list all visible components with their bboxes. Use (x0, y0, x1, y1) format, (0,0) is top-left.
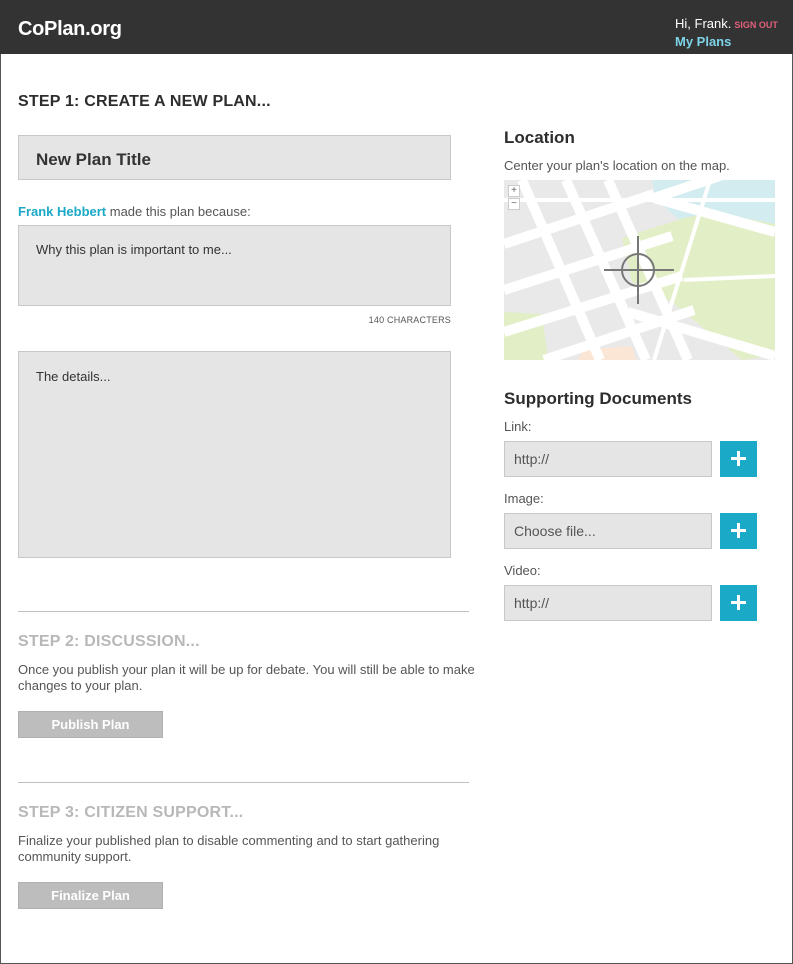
top-header: CoPlan.org Hi, Frank. SIGN OUT My Plans (0, 0, 793, 54)
step2-description: Once you publish your plan it will be up… (18, 662, 475, 693)
character-limit: 140 CHARACTERS (368, 315, 451, 325)
divider (18, 782, 469, 783)
location-title: Location (504, 128, 575, 147)
plus-icon (737, 523, 740, 538)
byline-text: made this plan because: (106, 204, 251, 219)
add-image-button[interactable] (720, 513, 757, 549)
zoom-in-icon[interactable]: + (508, 185, 520, 197)
link-input[interactable]: http:// (504, 441, 712, 477)
step3-description: Finalize your published plan to disable … (18, 833, 440, 864)
sign-out-link[interactable]: SIGN OUT (734, 20, 778, 30)
plus-icon (737, 595, 740, 610)
user-greeting: Hi, Frank. SIGN OUT My Plans (675, 15, 779, 49)
my-plans-link[interactable]: My Plans (675, 34, 779, 49)
step3-title: STEP 3: CITIZEN SUPPORT... (18, 804, 244, 821)
supporting-documents-title: Supporting Documents (504, 389, 692, 408)
location-hint: Center your plan's location on the map. (504, 158, 730, 173)
map-tiles (504, 180, 775, 360)
add-link-button[interactable] (720, 441, 757, 477)
plan-title-input[interactable]: New Plan Title (18, 135, 451, 180)
zoom-out-icon[interactable]: − (508, 198, 520, 210)
publish-plan-button[interactable]: Publish Plan (18, 711, 163, 738)
divider (18, 611, 469, 612)
video-label: Video: (504, 563, 541, 578)
author-link[interactable]: Frank Hebbert (18, 204, 106, 219)
greeting-text: Hi, Frank. (675, 16, 732, 31)
details-textarea[interactable]: The details... (18, 351, 451, 558)
finalize-plan-button[interactable]: Finalize Plan (18, 882, 163, 909)
location-map[interactable]: + − (504, 180, 775, 360)
step1-title: STEP 1: CREATE A NEW PLAN... (18, 93, 271, 110)
link-label: Link: (504, 419, 532, 434)
video-input[interactable]: http:// (504, 585, 712, 621)
site-logo[interactable]: CoPlan.org (18, 18, 122, 41)
author-byline: Frank Hebbert made this plan because: (18, 204, 251, 219)
plus-icon (737, 451, 740, 466)
image-file-input[interactable]: Choose file... (504, 513, 712, 549)
add-video-button[interactable] (720, 585, 757, 621)
step2-title: STEP 2: DISCUSSION... (18, 633, 200, 650)
why-textarea[interactable]: Why this plan is important to me... (18, 225, 451, 306)
image-label: Image: (504, 491, 544, 506)
